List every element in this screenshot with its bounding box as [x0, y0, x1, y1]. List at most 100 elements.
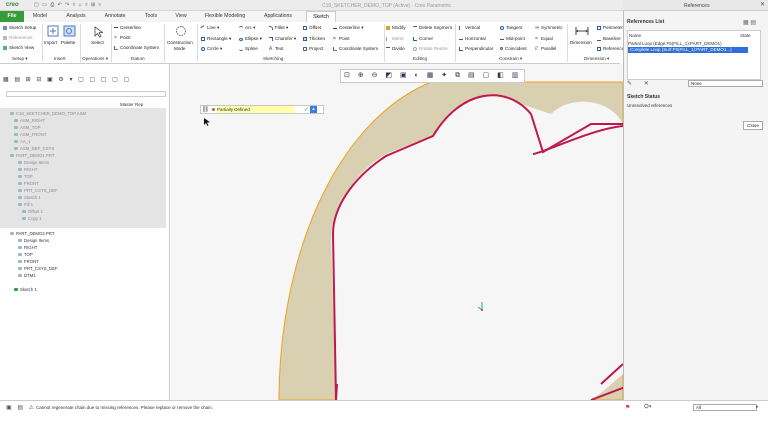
import-button[interactable]: Import	[44, 40, 57, 45]
sketch-point-button[interactable]: × Point	[333, 36, 349, 41]
reference-row-selected[interactable]: Complete Loop (Surf:F5(FILL_1):PART_DEMO…	[628, 47, 748, 53]
reference-filter-select[interactable]: None	[688, 80, 763, 87]
tree-item[interactable]: Design Items	[18, 160, 49, 165]
delete-segment-button[interactable]: Delete Segment	[413, 25, 452, 30]
close-icon[interactable]: ✕	[760, 1, 765, 8]
tab-flexible-modeling[interactable]: Flexible Modeling	[198, 11, 252, 22]
message-icons[interactable]: ▣ ▤ ⚠	[6, 404, 36, 411]
datum-point-button[interactable]: × Point	[114, 35, 130, 40]
group-setup[interactable]: Setup ▾	[12, 56, 28, 62]
quick-access-toolbar[interactable]: ▢ ▭ ⎙ ↶ ↷ ▿ ⌂ ▿ ⊞ ▿	[34, 2, 102, 8]
sketch-coordinate-system-button[interactable]: Coordinate System	[333, 46, 378, 51]
tree-item[interactable]: Fill 1	[18, 202, 33, 207]
coincident-button[interactable]: Coincident	[500, 46, 527, 51]
rotate-resize-button[interactable]: Rotate Resize	[413, 46, 448, 51]
tree-item[interactable]: DTM1	[18, 273, 36, 278]
corner-button[interactable]: Corner	[413, 36, 433, 41]
baseline-button[interactable]: Baseline	[597, 36, 621, 41]
close-button[interactable]: Close	[743, 121, 763, 130]
model-tree-toolbar[interactable]: ▦ ▤ ⊞ ⊟ ▣ ⚙ ▾ ▢ ▢ ▢ ▢ ▢	[3, 76, 131, 83]
sketch-geometry[interactable]	[171, 64, 623, 400]
group-dimension[interactable]: Dimension ▾	[584, 56, 609, 62]
tree-item-active-sketch[interactable]: Sketch 1	[14, 287, 37, 292]
fillet-button[interactable]: Fillet ▾	[269, 25, 288, 31]
rectangle-button[interactable]: Rectangle ▾	[201, 36, 231, 42]
line-button[interactable]: Line ▾	[200, 25, 219, 31]
tree-item[interactable]: Design Items	[18, 238, 49, 243]
info-icon[interactable]: ▴	[310, 106, 317, 113]
thicken-button[interactable]: Thicken	[303, 36, 325, 41]
selection-filter-select[interactable]: All	[693, 404, 757, 411]
tree-item[interactable]: FRONT	[18, 181, 39, 186]
tree-item[interactable]: PART_DEMO1.PRT	[10, 153, 54, 158]
tree-item[interactable]: RIGHT	[18, 245, 37, 250]
dimension-button[interactable]: Dimension	[570, 40, 592, 45]
modify-button[interactable]: Modify	[386, 25, 406, 30]
palette-button[interactable]: Palette	[61, 40, 75, 45]
tree-item[interactable]: Sketch 1	[18, 195, 41, 200]
resize-grip-icon[interactable]: ▸	[756, 404, 759, 410]
group-constrain[interactable]: Constrain ▾	[499, 56, 522, 62]
tree-item[interactable]: RIGHT	[18, 167, 37, 172]
tree-item[interactable]: ASM_DEF_CSYS	[14, 146, 54, 151]
tree-item[interactable]: TOP	[18, 252, 33, 257]
tree-item[interactable]: PRT_CSYS_DEF	[18, 266, 58, 271]
tab-annotate[interactable]: Annotate	[98, 11, 132, 22]
chamfer-button[interactable]: Chamfer ▾	[269, 36, 296, 42]
ellipse-button[interactable]: Ellipse ▾	[239, 36, 262, 42]
parallel-button[interactable]: //Parallel	[535, 46, 556, 51]
horizontal-button[interactable]: Horizontal	[459, 36, 486, 41]
reference-tools[interactable]: ✎ ✕	[627, 80, 654, 87]
mid-point-button[interactable]: Mid-point	[500, 36, 525, 41]
tree-item[interactable]: PART_DEMO2.PRT	[10, 231, 54, 236]
perpendicular-button[interactable]: Perpendicular	[459, 46, 493, 51]
spline-button[interactable]: Spline	[239, 46, 258, 51]
link-icon[interactable]: ⛓	[201, 106, 210, 114]
tab-applications[interactable]: Applications	[256, 11, 300, 22]
circle-button[interactable]: Circle ▾	[201, 46, 222, 52]
datum-centerline-button[interactable]: Centerline	[114, 25, 141, 30]
alert-flag-icon[interactable]: ⚑	[625, 404, 630, 411]
references-list-tools[interactable]: ▦ ▤	[743, 19, 756, 26]
vertical-button[interactable]: Vertical	[459, 25, 480, 30]
offset-button[interactable]: Offset	[303, 25, 321, 30]
references-button[interactable]: References	[3, 35, 33, 40]
tree-item[interactable]: ASM_TOP	[14, 125, 40, 130]
tab-tools[interactable]: Tools	[138, 11, 164, 22]
reference-row[interactable]: Partial Loop (Edge:F5(FILL_1):PART_DEMO1…	[628, 41, 722, 46]
tree-item[interactable]: FRONT	[18, 259, 39, 264]
tree-item[interactable]: PRT_CSYS_DEF	[18, 188, 58, 193]
sketch-centerline-button[interactable]: Centerline ▾	[333, 25, 364, 31]
tangent-button[interactable]: Tangent	[500, 25, 522, 30]
reference-button[interactable]: Reference	[597, 46, 624, 51]
text-button[interactable]: A Text	[269, 46, 283, 51]
perimeter-button[interactable]: Perimeter	[597, 25, 623, 30]
divide-button[interactable]: Divide	[386, 46, 405, 51]
symmetric-button[interactable]: ⇹ Symmetric	[535, 25, 563, 30]
tree-item[interactable]: Copy 1	[22, 216, 42, 221]
project-button[interactable]: Project	[303, 46, 323, 51]
tree-item[interactable]: C10_SKETCHER_DEMO_TOP.ASM	[10, 111, 86, 116]
tab-model[interactable]: Model	[26, 11, 54, 22]
construction-mode-label[interactable]: Construction	[167, 40, 193, 45]
accept-check-icon[interactable]: ✓	[303, 106, 310, 113]
sketch-view-button[interactable]: Sketch View	[3, 45, 34, 50]
select-button[interactable]: Select	[91, 40, 104, 45]
sketch-setup-button[interactable]: Sketch Setup	[3, 25, 36, 30]
graphics-toolbar[interactable]: ⊡ ⊕ ⊖ ◩ ▣ ◐ ▦ ✦ ⧉ ▤ ▢ ◧ ▥	[340, 69, 526, 83]
selection-filter-icon[interactable]: ⛭▾	[644, 404, 652, 411]
equal-button[interactable]: = Equal	[535, 36, 553, 41]
tab-sketch[interactable]: Sketch	[306, 11, 336, 22]
tree-item[interactable]: TOP	[18, 174, 33, 179]
group-operations[interactable]: Operations ▾	[82, 56, 108, 62]
tree-item[interactable]: ASM_RIGHT	[14, 118, 45, 123]
tree-item[interactable]: Offset 1	[22, 209, 43, 214]
arc-button[interactable]: Arc ▾	[239, 25, 255, 31]
tree-item[interactable]: ASM_FRONT	[14, 132, 47, 137]
mirror-button[interactable]: Mirror	[386, 36, 404, 41]
tree-item[interactable]: AA_1	[14, 139, 31, 144]
tab-file[interactable]: File	[0, 11, 24, 22]
tab-view[interactable]: View	[168, 11, 194, 22]
tab-analysis[interactable]: Analysis	[60, 11, 92, 22]
datum-coordinate-system-button[interactable]: Coordinate System	[114, 45, 159, 50]
